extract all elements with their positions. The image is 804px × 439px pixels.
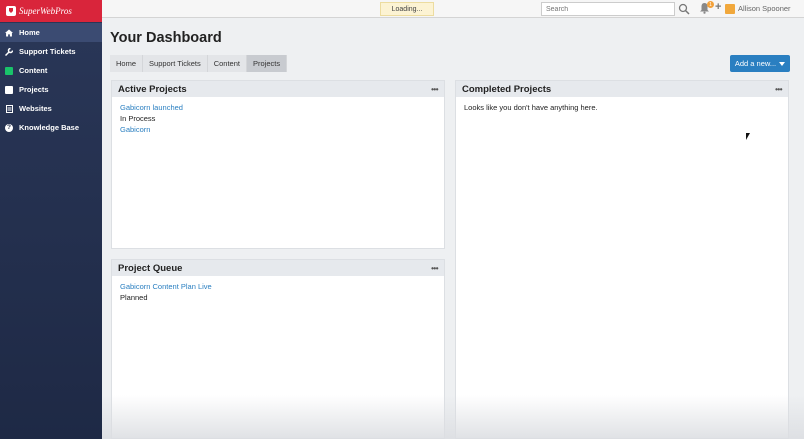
project-queue-panel: Project Queue ••• Gabicorn Content Plan … bbox=[111, 259, 445, 439]
panel-title: Active Projects bbox=[118, 83, 187, 95]
search-box[interactable] bbox=[541, 2, 675, 16]
sidebar-item-label: Websites bbox=[19, 104, 52, 113]
panel-header: Active Projects ••• bbox=[112, 81, 444, 97]
sidebar-item-support-tickets[interactable]: Support Tickets bbox=[0, 42, 102, 61]
question-icon: ? bbox=[5, 123, 13, 132]
caret-down-icon bbox=[779, 61, 786, 66]
profile-icon[interactable] bbox=[725, 4, 735, 14]
sidebar-item-label: Support Tickets bbox=[19, 47, 76, 56]
more-options-icon[interactable]: ••• bbox=[775, 85, 782, 94]
projects-icon bbox=[5, 85, 13, 94]
panel-body: Gabicorn Content Plan Live Planned bbox=[112, 276, 444, 308]
panel-body: Gabicorn launched In Process Gabicorn bbox=[112, 97, 444, 140]
sidebar-item-label: Knowledge Base bbox=[19, 123, 80, 132]
project-status: Planned bbox=[120, 293, 148, 302]
more-options-icon[interactable]: ••• bbox=[431, 85, 438, 94]
active-projects-panel: Active Projects ••• Gabicorn launched In… bbox=[111, 80, 445, 249]
project-status: In Process bbox=[120, 114, 156, 123]
sidebar: SuperWebPros Home Support Tickets Conten… bbox=[0, 0, 102, 439]
main-content: Your Dashboard Home Support Tickets Cont… bbox=[102, 18, 804, 439]
tab-content[interactable]: Content bbox=[207, 55, 247, 72]
wrench-icon bbox=[5, 47, 13, 56]
websites-icon bbox=[5, 104, 13, 113]
tab-support-tickets[interactable]: Support Tickets bbox=[143, 55, 208, 72]
search-input[interactable] bbox=[542, 3, 674, 15]
sidebar-item-knowledge-base[interactable]: ? Knowledge Base bbox=[0, 118, 102, 137]
client-link[interactable]: Gabicorn bbox=[120, 124, 436, 135]
home-icon bbox=[5, 28, 13, 37]
empty-state-text: Looks like you don't have anything here. bbox=[464, 103, 598, 112]
dashboard-tabs: Home Support Tickets Content Projects bbox=[110, 55, 288, 72]
loading-indicator: Loading... bbox=[380, 2, 434, 16]
tab-home[interactable]: Home bbox=[110, 55, 144, 72]
sidebar-item-label: Content bbox=[19, 66, 48, 75]
sidebar-item-label: Projects bbox=[19, 85, 49, 94]
content-icon bbox=[5, 66, 13, 75]
panel-title: Project Queue bbox=[118, 262, 183, 274]
tab-projects[interactable]: Projects bbox=[247, 55, 288, 72]
brand-logo[interactable]: SuperWebPros bbox=[0, 0, 102, 22]
user-name[interactable]: Allison Spooner bbox=[738, 4, 791, 13]
notification-badge: 1 bbox=[707, 1, 714, 8]
completed-projects-panel: Completed Projects ••• Looks like you do… bbox=[455, 80, 789, 439]
plus-icon[interactable]: + bbox=[715, 1, 721, 13]
project-link[interactable]: Gabicorn launched bbox=[120, 102, 436, 113]
mouse-cursor-icon bbox=[746, 133, 750, 140]
brand-name: SuperWebPros bbox=[19, 6, 72, 16]
sidebar-item-websites[interactable]: Websites bbox=[0, 99, 102, 118]
sidebar-item-home[interactable]: Home bbox=[0, 23, 102, 42]
superwebpros-logo-icon bbox=[6, 6, 16, 16]
sidebar-item-content[interactable]: Content bbox=[0, 61, 102, 80]
panel-header: Completed Projects ••• bbox=[456, 81, 788, 97]
sidebar-item-label: Home bbox=[19, 28, 40, 37]
project-link[interactable]: Gabicorn Content Plan Live bbox=[120, 281, 436, 292]
more-options-icon[interactable]: ••• bbox=[431, 264, 438, 273]
page-title: Your Dashboard bbox=[110, 30, 222, 46]
panel-title: Completed Projects bbox=[462, 83, 552, 95]
add-new-button[interactable]: Add a new... bbox=[730, 55, 790, 72]
add-new-label: Add a new... bbox=[734, 59, 777, 68]
sidebar-item-projects[interactable]: Projects bbox=[0, 80, 102, 99]
panel-body: Looks like you don't have anything here. bbox=[456, 97, 788, 118]
search-icon[interactable] bbox=[678, 3, 690, 15]
top-bar: Loading... 1 + Allison Spooner bbox=[102, 0, 804, 18]
panel-header: Project Queue ••• bbox=[112, 260, 444, 276]
